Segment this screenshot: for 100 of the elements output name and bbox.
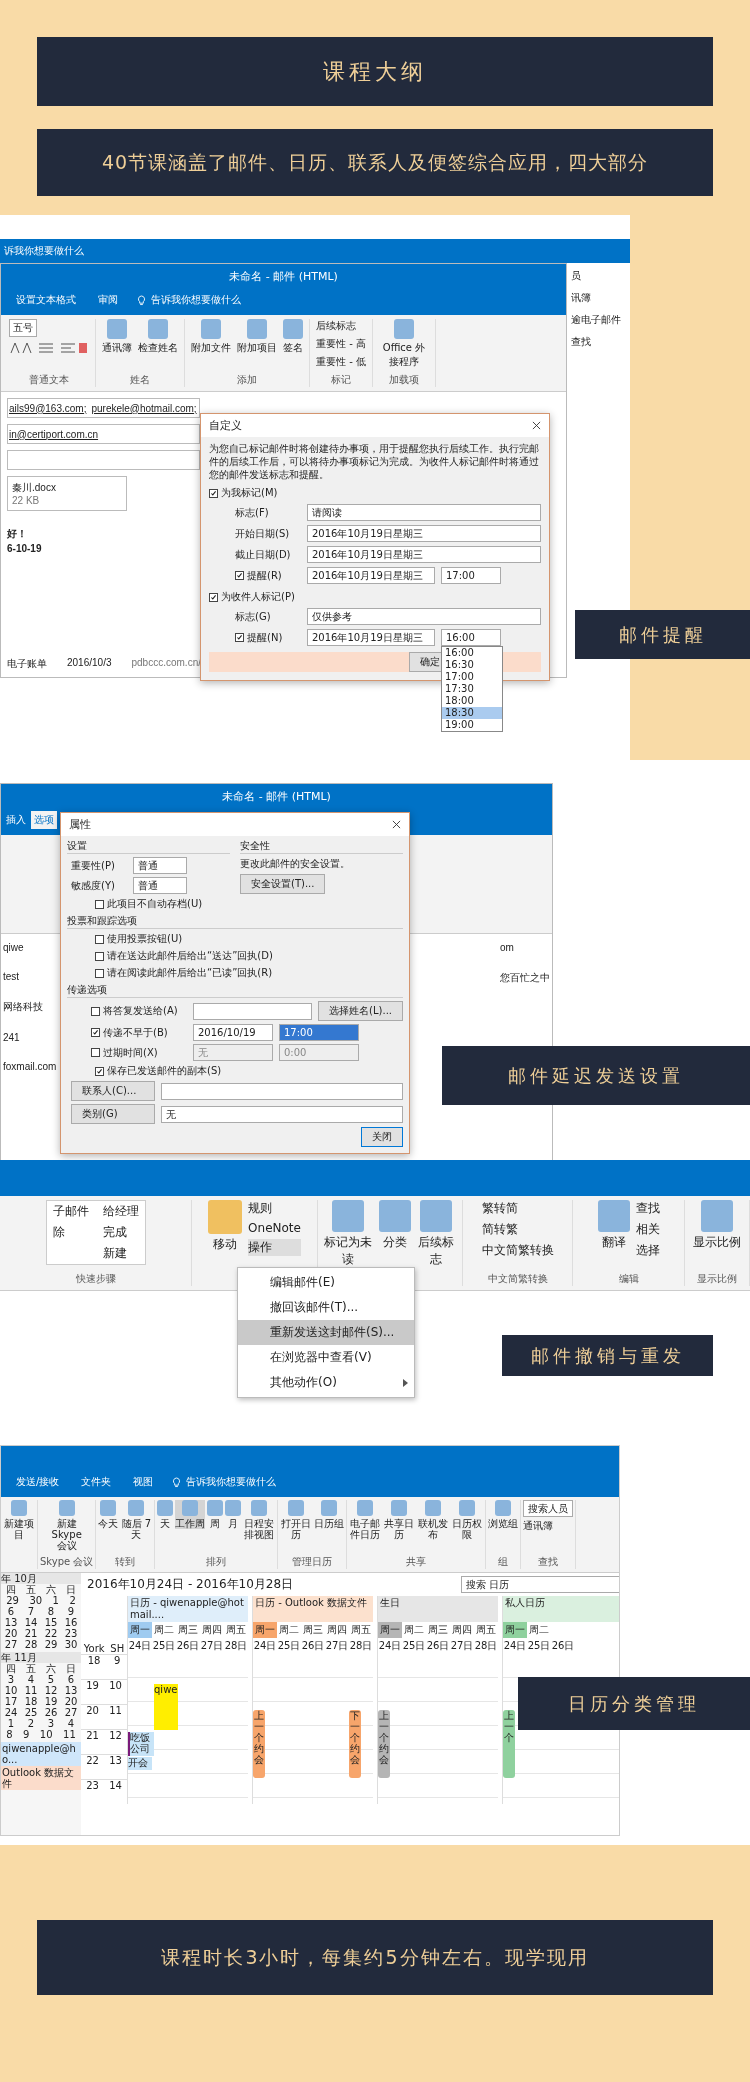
day-cell[interactable]: 6 (67, 1674, 75, 1685)
day-cell[interactable]: 27 (4, 1639, 18, 1650)
ribbon-button[interactable]: 选择 (635, 1242, 660, 1259)
day-cell[interactable]: 20 (4, 1628, 18, 1639)
ribbon-button[interactable]: 相关 (635, 1221, 660, 1238)
ribbon-button[interactable]: 附加文件 (191, 319, 231, 355)
ribbon-button[interactable]: 今天 (98, 1500, 119, 1529)
day-cell[interactable]: 14 (24, 1617, 38, 1628)
day-cell[interactable]: 4 (67, 1718, 75, 1729)
to-field[interactable]: ails99@163.com; purekele@hotmail.com; (7, 398, 200, 418)
date-select[interactable]: 2016年10月19日星期三 (307, 567, 435, 584)
font-size-select[interactable]: 五号 (9, 319, 37, 337)
ribbon-button[interactable]: OneNote (248, 1221, 301, 1235)
day-cell[interactable]: 3 (7, 1674, 15, 1685)
tracking-checkbox[interactable]: 请在送达此邮件后给出“送达”回执(D) (67, 949, 403, 963)
ribbon-button[interactable]: 后续标志 (316, 319, 356, 333)
calendar-tab[interactable]: 私人日历 (503, 1596, 619, 1622)
day-cell[interactable]: 20 (64, 1696, 78, 1707)
zoom-button[interactable]: 显示比例 (693, 1200, 741, 1251)
ribbon-button[interactable]: 操作 (248, 1239, 301, 1256)
ribbon-button[interactable]: 打开日历 (280, 1500, 313, 1540)
ribbon-button[interactable]: Office 外接程序 (378, 319, 429, 369)
calendar-folder[interactable]: Outlook 数据文件 (1, 1766, 81, 1790)
day-cell[interactable]: 11 (24, 1685, 38, 1696)
next-appointment-tab[interactable]: 下一个约会 (349, 1710, 361, 1778)
day-cell[interactable]: 9 (67, 1606, 75, 1617)
date-select[interactable]: 2016/10/19 (193, 1024, 273, 1041)
tell-me-field[interactable]: 告诉我你想要做什么 (148, 291, 244, 309)
ribbon-tab[interactable]: 视图 (130, 1473, 157, 1491)
date-select[interactable]: 2016年10月19日星期三 (307, 629, 435, 646)
address-book-button[interactable]: 通讯簿 (523, 1519, 554, 1533)
day-cell[interactable]: 13 (4, 1617, 18, 1628)
time-select[interactable]: 17:00 (441, 567, 501, 584)
reply-field[interactable] (193, 1002, 313, 1020)
menu-item[interactable]: 重新发送这封邮件(S)... (238, 1320, 414, 1345)
ribbon-button[interactable]: 标记为未读 (324, 1200, 373, 1268)
ribbon-tab[interactable]: 选项 (31, 811, 57, 829)
cc-field[interactable]: in@certiport.com.cn (7, 424, 200, 444)
previous-appointment-tab[interactable]: 上一个约会 (253, 1710, 265, 1778)
menu-item[interactable]: 在浏览器中查看(V) (238, 1345, 414, 1370)
ribbon-button[interactable]: 附加项目 (237, 319, 277, 355)
ribbon-button[interactable]: 简转繁 (481, 1221, 554, 1238)
ribbon-button[interactable]: 查找 (635, 1200, 660, 1217)
previous-appointment-tab[interactable]: 上一个 (503, 1710, 515, 1778)
day-cell[interactable]: 23 (64, 1628, 78, 1639)
value-select[interactable]: 2016年10月19日星期三 (307, 546, 541, 563)
save-copy-checkbox[interactable]: 保存已发送邮件的副本(S) (67, 1064, 403, 1078)
ribbon-button[interactable]: 共享日历 (383, 1500, 416, 1540)
day-cell[interactable]: 8 (6, 1729, 13, 1740)
previous-appointment-tab[interactable]: 上一个约会 (378, 1710, 390, 1778)
ribbon-tab[interactable]: 设置文本格式 (13, 291, 79, 309)
tracking-checkbox[interactable]: 使用投票按钮(U) (67, 932, 403, 946)
day-cell[interactable]: 29 (44, 1639, 58, 1650)
category-field[interactable]: 无 (161, 1105, 403, 1123)
ribbon-button[interactable]: 后续标志 (416, 1200, 456, 1268)
reply-checkbox[interactable]: 将答复发送给(A) (91, 1004, 187, 1018)
ribbon-button[interactable]: 重要性 - 低 (316, 355, 366, 369)
day-cell[interactable]: 10 (4, 1685, 18, 1696)
calendar-tab[interactable]: 生日 (378, 1596, 498, 1622)
day-cell[interactable]: 25 (24, 1707, 38, 1718)
day-cell[interactable]: 2 (27, 1718, 35, 1729)
day-cell[interactable]: 1 (52, 1595, 59, 1606)
time-option[interactable]: 18:30 (442, 707, 502, 719)
ribbon-button[interactable]: 规则 (248, 1200, 301, 1217)
day-cell[interactable]: 8 (47, 1606, 55, 1617)
day-cell[interactable]: 6 (7, 1606, 15, 1617)
ribbon-button[interactable]: 重要性 - 高 (316, 337, 366, 351)
ribbon-button[interactable]: 新建项目 (3, 1500, 35, 1540)
contacts-button[interactable]: 联系人(C)... (71, 1081, 155, 1101)
day-cell[interactable]: 4 (27, 1674, 35, 1685)
section-checkbox[interactable]: 为收件人标记(P) (209, 590, 541, 604)
quick-step[interactable]: 除 (52, 1224, 89, 1241)
day-cell[interactable]: 13 (64, 1685, 78, 1696)
ribbon-tab[interactable]: 审阅 (95, 291, 121, 309)
time-option[interactable]: 17:30 (442, 683, 502, 695)
day-cell[interactable]: 5 (47, 1674, 55, 1685)
menu-item[interactable]: 撤回该邮件(T)... (238, 1295, 414, 1320)
day-cell[interactable]: 28 (24, 1639, 38, 1650)
value-select[interactable]: 普通 (133, 857, 187, 874)
quick-step[interactable]: 完成 (102, 1224, 139, 1241)
ribbon-button[interactable]: 检查姓名 (138, 319, 178, 355)
day-cell[interactable]: 11 (63, 1729, 76, 1740)
tell-me-field[interactable]: 告诉我你想要做什么 (183, 1473, 280, 1491)
day-cell[interactable]: 18 (24, 1696, 38, 1707)
ribbon-button[interactable]: 日历组 (314, 1500, 345, 1529)
quick-step[interactable]: 子邮件 (52, 1203, 89, 1220)
close-icon[interactable] (532, 421, 541, 430)
day-cell[interactable]: 22 (44, 1628, 58, 1639)
ribbon-tab[interactable]: 发送/接收 (13, 1473, 63, 1491)
calendar-event[interactable]: 吃饭公司 (128, 1732, 154, 1756)
day-cell[interactable]: 1 (7, 1718, 15, 1729)
delivery-checkbox[interactable]: 传递不早于(B) (91, 1025, 187, 1040)
time-select[interactable]: 17:00 (279, 1024, 359, 1041)
ribbon-button[interactable]: 通讯簿 (102, 319, 132, 355)
day-cell[interactable]: 29 (6, 1595, 19, 1606)
day-cell[interactable]: 27 (64, 1707, 78, 1718)
ribbon-button[interactable]: 工作周 (175, 1500, 206, 1529)
reminder-checkbox[interactable]: 提醒(N) (235, 630, 301, 645)
reminder-checkbox[interactable]: 提醒(R) (235, 568, 301, 583)
day-cell[interactable]: 26 (44, 1707, 58, 1718)
